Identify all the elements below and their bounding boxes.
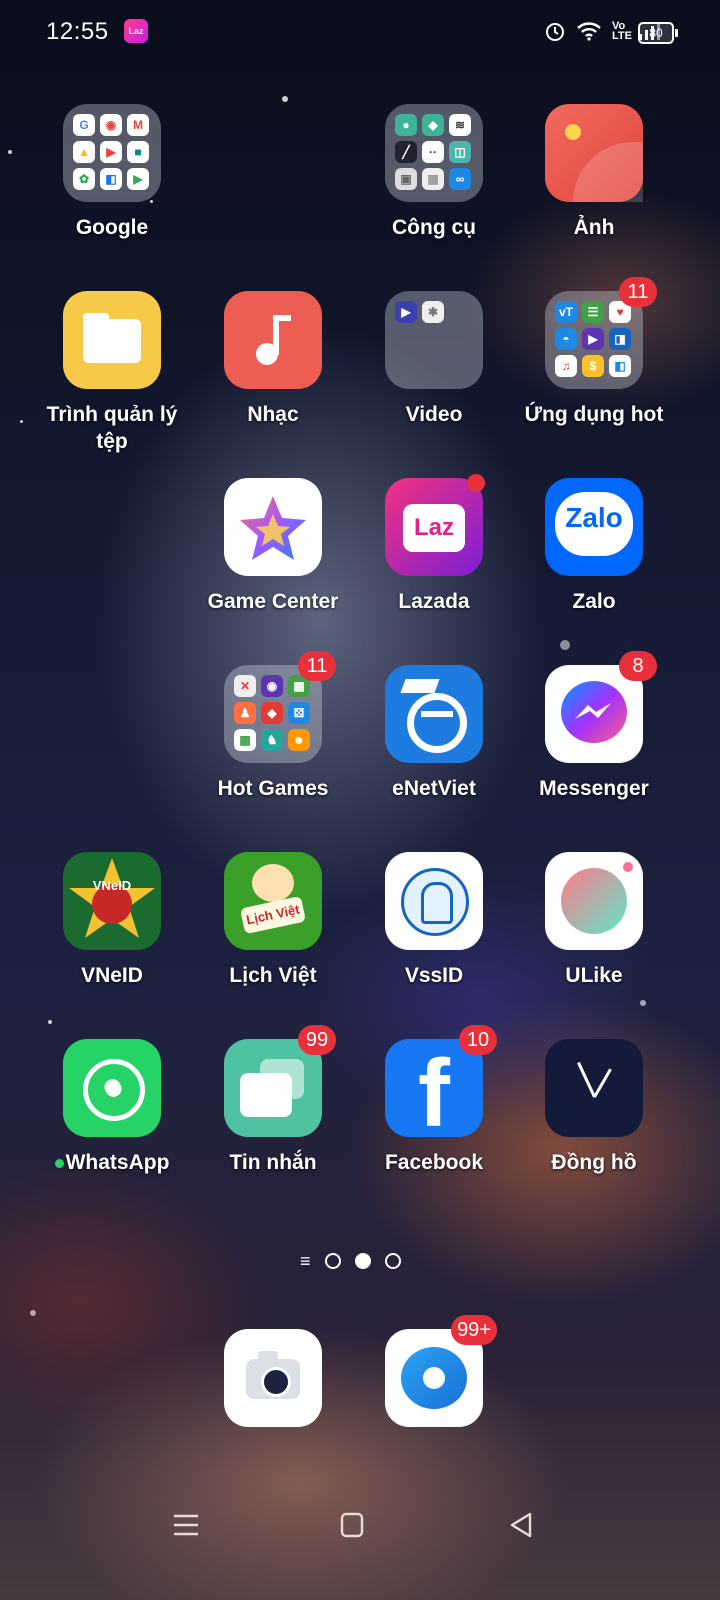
page-dot[interactable] (384, 1253, 401, 1269)
messenger-icon: 8 (545, 651, 657, 763)
new-install-dot (54, 1158, 64, 1168)
navigation-bar (0, 1490, 720, 1560)
page-dot-active[interactable] (354, 1253, 371, 1269)
star-decoration (30, 1310, 36, 1316)
google-folder[interactable]: G ◉ M ▲ ▶ ■ ✿ ◧ ▶ Google (32, 104, 192, 241)
back-triangle-icon[interactable] (502, 1508, 542, 1542)
clock-icon (545, 1039, 643, 1137)
browser-icon: 99+ (385, 1315, 497, 1427)
notification-badge: 10 (459, 1025, 497, 1055)
lazada-app[interactable]: Laz Lazada (354, 474, 514, 615)
app-label: Đồng hồ (551, 1151, 637, 1174)
nhac-app[interactable]: Nhạc (193, 291, 353, 428)
app-label: Messenger (539, 777, 649, 800)
alarm-icon (546, 23, 564, 41)
facebook-app[interactable]: f 10 Facebook (354, 1025, 514, 1176)
app-label: Hot Games (217, 777, 329, 800)
app-label: Nhạc (247, 403, 299, 426)
hot-apps-folder[interactable]: vT ☰ ♥ ◓ ▶ ◨ ♫ $ ◧ 11 Ứng dụng hot (514, 277, 674, 428)
lich-viet-app[interactable]: Lịch Việt Lịch Việt (193, 852, 353, 989)
messages-icon: 99 (224, 1025, 336, 1137)
photos-icon (545, 104, 643, 202)
status-time: 12:55 (46, 18, 109, 45)
cong-cu-folder[interactable]: ● ◆ ≋ ╱ ·· ◫ ▣ ▦ ∞ Công cụ (354, 104, 514, 241)
star-decoration (8, 150, 12, 154)
whatsapp-app[interactable]: WhatsApp (32, 1039, 192, 1176)
app-label: VNeID (81, 964, 143, 987)
app-label: Lịch Việt (229, 964, 317, 987)
hot-games-folder[interactable]: ✕ ◉ ▦ ♟ ◆ ⚄ ▩ ♞ ☻ 11 Hot Games (193, 651, 353, 802)
vneid-emblem-icon: VNeID (63, 852, 161, 950)
app-label: Công cụ (392, 216, 476, 239)
star-decoration (560, 640, 570, 650)
lazada-notification-icon: Laz (124, 19, 148, 43)
vssid-app[interactable]: VssID (354, 852, 514, 989)
app-label: Ứng dụng hot (524, 403, 664, 426)
video-folder-icon: ▶ ✱ (385, 291, 483, 389)
notification-badge: 99+ (451, 1315, 497, 1345)
hot-games-folder-icon: ✕ ◉ ▦ ♟ ◆ ⚄ ▩ ♞ ☻ 11 (224, 651, 336, 763)
app-label: eNetViet (392, 777, 476, 800)
messenger-app[interactable]: 8 Messenger (514, 651, 674, 802)
notification-badge: 8 (619, 651, 657, 681)
notification-dot (467, 474, 485, 492)
dong-ho-app[interactable]: Đồng hồ (514, 1039, 674, 1176)
star-decoration (282, 96, 288, 102)
app-drawer-lines-icon[interactable]: ≡ (300, 1252, 311, 1270)
lich-viet-icon: Lịch Việt (224, 852, 322, 950)
status-bar: 12:55 Laz Vo LTE 80 (0, 0, 720, 64)
zalo-icon: Zalo (545, 478, 643, 576)
camera-app[interactable] (193, 1329, 353, 1427)
home-square-icon[interactable] (332, 1508, 372, 1542)
volte-label: Vo LTE (612, 20, 632, 42)
zalo-app[interactable]: Zalo Zalo (514, 478, 674, 615)
camera-icon (224, 1329, 322, 1427)
browser-app[interactable]: 99+ (354, 1315, 514, 1427)
game-center-app[interactable]: Game Center (193, 478, 353, 615)
app-label: Lazada (398, 590, 470, 613)
page-indicator[interactable]: ≡ (300, 1252, 401, 1270)
whatsapp-icon (63, 1039, 161, 1137)
app-label: Game Center (207, 590, 339, 613)
vneid-app[interactable]: VNeID VNeID (32, 852, 192, 989)
folder-icon (63, 291, 161, 389)
app-label: WhatsApp (32, 1149, 192, 1176)
app-label: Ảnh (573, 216, 615, 239)
tin-nhan-app[interactable]: 99 Tin nhắn (193, 1025, 353, 1176)
app-label: Trình quản lý tệp (46, 403, 178, 453)
notification-badge: 11 (298, 651, 336, 681)
battery-indicator: 80 (638, 22, 678, 44)
file-manager-app[interactable]: Trình quản lý tệp (32, 291, 192, 455)
app-label: Google (75, 216, 149, 239)
app-label: Video (405, 403, 463, 426)
google-folder-icon: G ◉ M ▲ ▶ ■ ✿ ◧ ▶ (63, 104, 161, 202)
star-decoration (48, 1020, 52, 1024)
lazada-icon: Laz (385, 474, 485, 576)
app-label: ULike (565, 964, 623, 987)
app-label: Facebook (384, 1151, 484, 1174)
tools-folder-icon: ● ◆ ≋ ╱ ·· ◫ ▣ ▦ ∞ (385, 104, 483, 202)
star-decoration (20, 420, 23, 423)
anh-app[interactable]: Ảnh (514, 104, 674, 241)
facebook-icon: f 10 (385, 1025, 497, 1137)
hot-apps-folder-icon: vT ☰ ♥ ◓ ▶ ◨ ♫ $ ◧ 11 (545, 277, 657, 389)
app-label: Tin nhắn (229, 1151, 317, 1174)
star-decoration (640, 1000, 646, 1006)
notification-badge: 99 (298, 1025, 336, 1055)
enetviet-icon (385, 665, 483, 763)
game-center-star-icon (224, 478, 322, 576)
ulike-app[interactable]: ULike (514, 852, 674, 989)
page-dot[interactable] (324, 1253, 341, 1269)
wifi-icon (577, 22, 601, 41)
music-note-icon (224, 291, 322, 389)
ulike-icon (545, 852, 643, 950)
app-label: Zalo (572, 590, 616, 613)
notification-badge: 11 (619, 277, 657, 307)
app-label: VssID (404, 964, 464, 987)
menu-recents-icon[interactable] (166, 1508, 206, 1542)
video-folder[interactable]: ▶ ✱ Video (354, 291, 514, 428)
vssid-icon (385, 852, 483, 950)
enetviet-app[interactable]: eNetViet (354, 665, 514, 802)
